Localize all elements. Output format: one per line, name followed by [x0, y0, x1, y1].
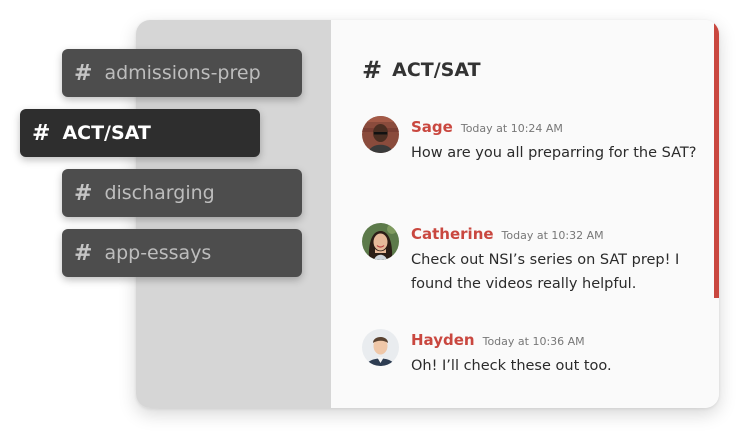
channel-item-app-essays[interactable]: # app-essays: [62, 229, 302, 277]
message-author[interactable]: Catherine: [411, 225, 494, 243]
message-timestamp: Today at 10:32 AM: [501, 229, 604, 242]
message: Catherine Today at 10:32 AM Check out NS…: [362, 223, 701, 296]
channel-item-act-sat[interactable]: # ACT/SAT: [20, 109, 260, 157]
message-text: How are you all preparring for the SAT?: [411, 145, 697, 161]
message-author[interactable]: Hayden: [411, 331, 475, 349]
channel-label: app-essays: [104, 242, 212, 264]
channel-label: discharging: [104, 182, 215, 204]
hash-icon: #: [362, 56, 383, 84]
avatar[interactable]: [362, 116, 399, 153]
channel-label: ACT/SAT: [62, 122, 151, 144]
message-timestamp: Today at 10:24 AM: [460, 122, 563, 135]
message: Hayden Today at 10:36 AM Oh! I’ll check …: [362, 329, 701, 378]
avatar[interactable]: [362, 223, 399, 260]
chat-panel: # ACT/SAT Sage Today at 10:24 AM How are…: [331, 20, 719, 408]
message-author[interactable]: Sage: [411, 118, 453, 136]
accent-scrollbar[interactable]: [714, 20, 719, 298]
message: Sage Today at 10:24 AM How are you all p…: [362, 116, 701, 165]
hash-icon: #: [74, 60, 93, 86]
hash-icon: #: [32, 120, 51, 146]
hash-icon: #: [74, 180, 93, 206]
channel-title: ACT/SAT: [392, 59, 481, 81]
message-text: Check out NSI’s series on SAT prep! I fo…: [411, 252, 680, 292]
chat-header: # ACT/SAT: [362, 56, 481, 84]
channel-item-admissions-prep[interactable]: # admissions-prep: [62, 49, 302, 97]
channel-label: admissions-prep: [104, 62, 261, 84]
hash-icon: #: [74, 240, 93, 266]
channel-item-discharging[interactable]: # discharging: [62, 169, 302, 217]
message-timestamp: Today at 10:36 AM: [482, 335, 585, 348]
avatar[interactable]: [362, 329, 399, 366]
message-text: Oh! I’ll check these out too.: [411, 358, 612, 374]
